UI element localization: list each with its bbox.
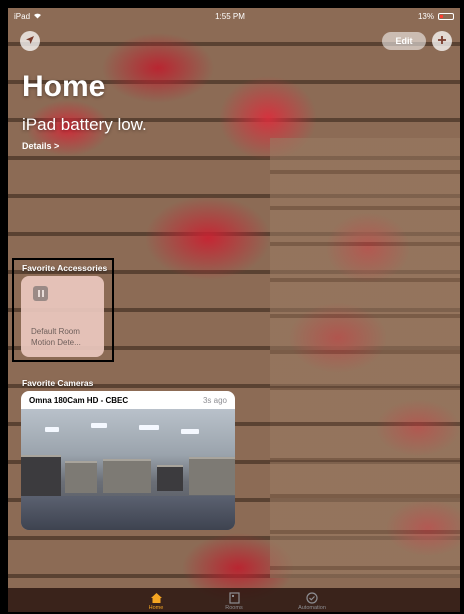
- status-left: iPad: [14, 12, 42, 21]
- camera-feed: [21, 409, 235, 530]
- favorite-cameras-label: Favorite Cameras: [22, 378, 94, 388]
- details-link[interactable]: Details >: [22, 141, 59, 151]
- battery-alert: iPad battery low.: [22, 115, 147, 134]
- ceiling-light: [45, 427, 59, 432]
- camera-name: Omna 180Cam HD - CBEC: [29, 395, 129, 405]
- motion-sensor-icon: [33, 286, 48, 301]
- accessory-tile[interactable]: Default Room Motion Dete...: [21, 276, 104, 357]
- location-arrow-icon: [25, 32, 35, 50]
- status-time: 1:55 PM: [215, 11, 245, 21]
- tab-home[interactable]: Home: [136, 591, 176, 611]
- wallpaper-fence: [270, 138, 460, 578]
- cubicle-wall: [103, 459, 151, 493]
- rooms-icon: [227, 591, 241, 604]
- camera-floor: [21, 496, 235, 530]
- status-bar: iPad 1:55 PM 13%: [8, 8, 460, 24]
- tab-bar: Home Rooms Automation: [8, 588, 460, 612]
- edit-button[interactable]: Edit: [382, 32, 426, 50]
- status-right: 13%: [418, 12, 454, 21]
- carrier-label: iPad: [14, 11, 31, 21]
- house-icon: [149, 591, 163, 604]
- home-screen: iPad 1:55 PM 13% Edit Home iPad battery …: [8, 8, 460, 612]
- tab-automation-label: Automation: [298, 605, 326, 611]
- ceiling-light: [91, 423, 107, 428]
- battery-icon: [437, 12, 454, 20]
- tab-home-label: Home: [148, 605, 164, 611]
- camera-tile[interactable]: Omna 180Cam HD - CBEC 3s ago: [21, 391, 235, 530]
- clock-check-icon: [305, 591, 319, 604]
- tab-rooms-label: Rooms: [225, 605, 243, 611]
- camera-header: Omna 180Cam HD - CBEC 3s ago: [21, 391, 235, 409]
- wifi-icon: [33, 12, 42, 21]
- add-button[interactable]: [432, 31, 452, 51]
- cubicle-wall: [157, 465, 183, 491]
- ceiling-light: [181, 429, 199, 434]
- battery-percent: 13%: [417, 11, 434, 21]
- tab-automation[interactable]: Automation: [292, 591, 332, 611]
- favorite-accessories-label: Favorite Accessories: [22, 263, 108, 273]
- cubicle-wall: [189, 457, 235, 495]
- cubicle-wall: [65, 461, 97, 493]
- plus-icon: [437, 32, 447, 50]
- camera-timestamp: 3s ago: [202, 395, 227, 405]
- page-title: Home: [22, 70, 106, 103]
- tab-rooms[interactable]: Rooms: [214, 591, 254, 611]
- cubicle-wall: [21, 455, 61, 499]
- accessory-name: Default Room Motion Dete...: [31, 327, 81, 347]
- location-button[interactable]: [20, 31, 40, 51]
- ceiling-light: [139, 425, 159, 430]
